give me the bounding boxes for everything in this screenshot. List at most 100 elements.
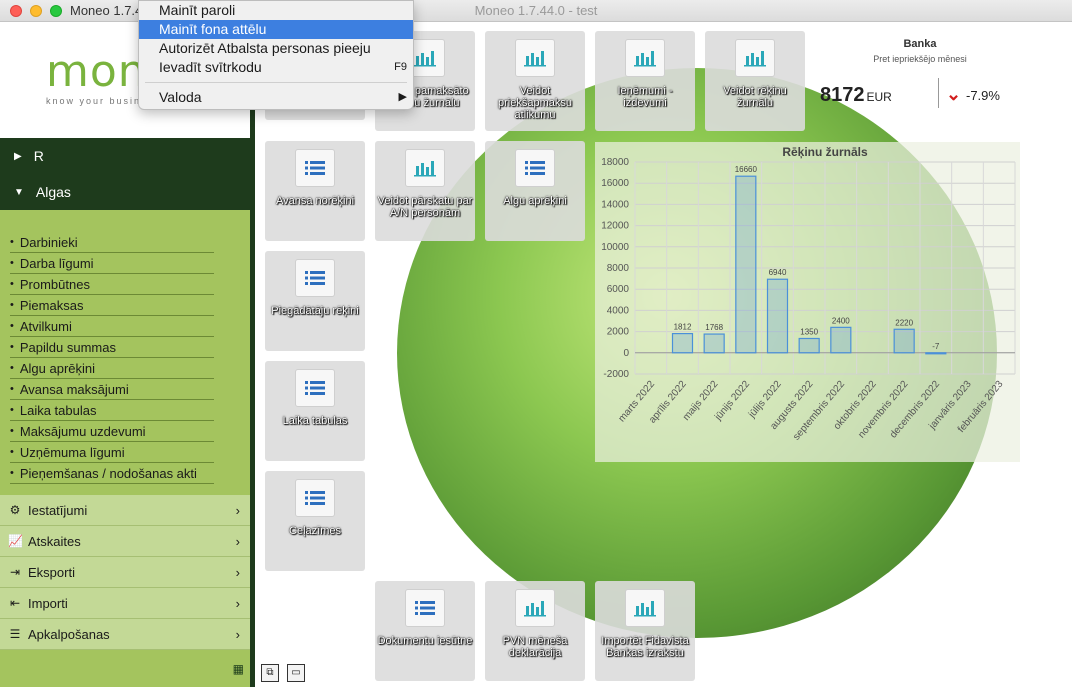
bar [925, 352, 947, 355]
sidebar-item[interactable]: Atvilkumi [10, 316, 214, 337]
bar-chart-icon [414, 161, 436, 177]
divider [938, 78, 939, 108]
export-icon: ⇥ [9, 565, 21, 579]
server-icon: ☰ [9, 627, 21, 641]
list-icon [305, 271, 325, 285]
sidebar-section-collapsed[interactable]: ▶ R [0, 138, 250, 174]
tile-an-personam[interactable]: Veidot pārskatu par A/N personām [375, 141, 475, 241]
sidebar-section-algas[interactable]: ▼ Algas [0, 174, 250, 210]
caret-down-icon: ▼ [14, 186, 24, 198]
data-label: 2400 [832, 316, 850, 325]
list-icon [305, 491, 325, 505]
tile-rekinu-zurnals[interactable]: Veidot rēķinu žurnālu [705, 31, 805, 131]
chevron-right-icon: › [235, 626, 240, 642]
y-tick-label: 4000 [607, 305, 630, 316]
data-label: 16660 [735, 165, 758, 174]
sidebar-item[interactable]: Darba līgumi [10, 253, 214, 274]
tile-dokumentu-iesutne[interactable]: Dokumentu iesūtne [375, 581, 475, 681]
logo: mon know your busin [46, 46, 147, 107]
trend-down-icon: ⌄ [946, 84, 962, 104]
chart-panel: Rēķinu žurnāls 18000 16000 14000 12000 10000 8… [595, 142, 1020, 462]
sidebar-item[interactable]: Uzņēmuma līgumi [10, 442, 214, 463]
list-icon [305, 161, 325, 175]
bank-change: -7.9% [966, 88, 1000, 103]
tile-piegadataju-rekini[interactable]: Piegādātāju rēķini [265, 251, 365, 351]
tile-pvn-deklaracija[interactable]: PVN mēneša deklarācija [485, 581, 585, 681]
chevron-right-icon: › [235, 595, 240, 611]
list-icon [525, 161, 545, 175]
shortcut-label: F9 [394, 61, 407, 73]
sidebar-item[interactable]: Piemaksas [10, 295, 214, 316]
sidebar-section-importi[interactable]: ⇤ Importi › [0, 588, 250, 619]
sidebar-item[interactable]: Darbinieki [10, 232, 214, 253]
y-tick-label: 18000 [601, 157, 629, 168]
data-label: 1350 [800, 327, 818, 336]
y-tick-label: 2000 [607, 327, 630, 338]
bar [798, 337, 820, 354]
chevron-right-icon: › [235, 502, 240, 518]
menu-item[interactable]: Mainīt fona attēlu [139, 20, 413, 39]
import-icon: ⇤ [9, 596, 21, 610]
bar [766, 278, 789, 354]
bar [671, 332, 694, 354]
menu-item[interactable]: Autorizēt Atbalsta personas pieeju [139, 39, 413, 58]
menu-item[interactable]: Mainīt paroli [139, 1, 413, 20]
bar [893, 328, 915, 354]
tile-ienemumi-izdevumi[interactable]: Ieņēmumi - izdevumi [595, 31, 695, 131]
tile-celazimes[interactable]: Ceļazīmes [265, 471, 365, 571]
chevron-right-icon: › [235, 564, 240, 580]
tile-laika-tabulas[interactable]: Laika tabulas [265, 361, 365, 461]
restore-layout-button[interactable]: ⧉ [261, 664, 279, 682]
y-tick-label: 12000 [601, 221, 629, 232]
maximize-panel-button[interactable]: ▭ [287, 664, 305, 682]
bar [830, 326, 852, 354]
sidebar-section-eksporti[interactable]: ⇥ Eksporti › [0, 557, 250, 588]
chevron-right-icon: › [235, 533, 240, 549]
sidebar-section-atskaites[interactable]: 📈 Atskaites › [0, 526, 250, 557]
tile-algu-aprekini[interactable]: Algu aprēķini [485, 141, 585, 241]
y-tick-label: 0 [623, 348, 629, 359]
bank-widget: Banka Pret iepriekšējo mēnesi 8172 EUR ⌄ … [810, 38, 1030, 108]
data-label: 2220 [895, 318, 913, 327]
sidebar: mon know your busin ▶ R ▼ Algas Darbinie… [0, 22, 250, 687]
sidebar-item[interactable]: Maksājumu uzdevumi [10, 421, 214, 442]
sidebar-footer: ▦ [0, 650, 250, 687]
y-tick-label: 14000 [601, 199, 629, 210]
bank-subtitle: Pret iepriekšējo mēnesi [873, 54, 967, 64]
tile-prieksapmaksu-atlikums[interactable]: Veidot priekšapmaksu atlikumu [485, 31, 585, 131]
bank-title: Banka [903, 38, 937, 50]
chart-title: Rēķinu žurnāls [782, 145, 868, 159]
sidebar-section-apkalpošanas[interactable]: ☰ Apkalpošanas › [0, 619, 250, 650]
y-tick-label: 16000 [601, 178, 629, 189]
bar [735, 175, 757, 354]
caret-right-icon: ▶ [14, 150, 22, 162]
sidebar-item[interactable]: Laika tabulas [10, 400, 214, 421]
sidebar-item[interactable]: Prombūtnes [10, 274, 214, 295]
sidebar-item[interactable]: Papildu summas [10, 337, 214, 358]
bar-chart-icon [634, 51, 656, 67]
sidebar-item[interactable]: Avansa maksājumi [10, 379, 214, 400]
context-menu: Mainīt paroli Mainīt fona attēlu Autorizēt… [138, 0, 414, 110]
tile-fidavista-imports[interactable]: Importēt Fidavista Bankas izrakstu [595, 581, 695, 681]
dashboard: Veidot pamaksāto rēķinu žurnālu Veidot p… [255, 22, 1072, 687]
y-tick-label: 6000 [607, 284, 630, 295]
y-tick-label: 8000 [607, 263, 630, 274]
menu-item[interactable]: Valoda ▶ [139, 88, 413, 107]
chart-icon: 📈 [8, 534, 23, 548]
tile-avansa-norekini[interactable]: Avansa norēķini [265, 141, 365, 241]
grid-icon[interactable]: ▦ [233, 662, 244, 676]
menu-item[interactable]: Ievadīt svītrkodu F9 [139, 58, 413, 77]
data-label: 1812 [674, 323, 692, 332]
sidebar-section-iestatījumi[interactable]: ⚙ Iestatījumi › [0, 495, 250, 526]
bar [703, 333, 725, 354]
bank-balance: 8172 EUR [820, 84, 892, 106]
sidebar-item[interactable]: Algu aprēķini [10, 358, 214, 379]
bar-chart-icon [524, 51, 546, 67]
algas-submenu: DarbiniekiDarba līgumiPrombūtnesPiemaksa… [0, 210, 250, 495]
sidebar-item[interactable]: Pieņemšanas / nodošanas akti [10, 463, 214, 484]
gear-icon: ⚙ [9, 503, 21, 517]
bar-chart-icon [634, 601, 656, 617]
submenu-arrow-icon: ▶ [398, 91, 407, 103]
data-label: 1768 [705, 323, 723, 332]
data-label: -7 [932, 342, 940, 351]
